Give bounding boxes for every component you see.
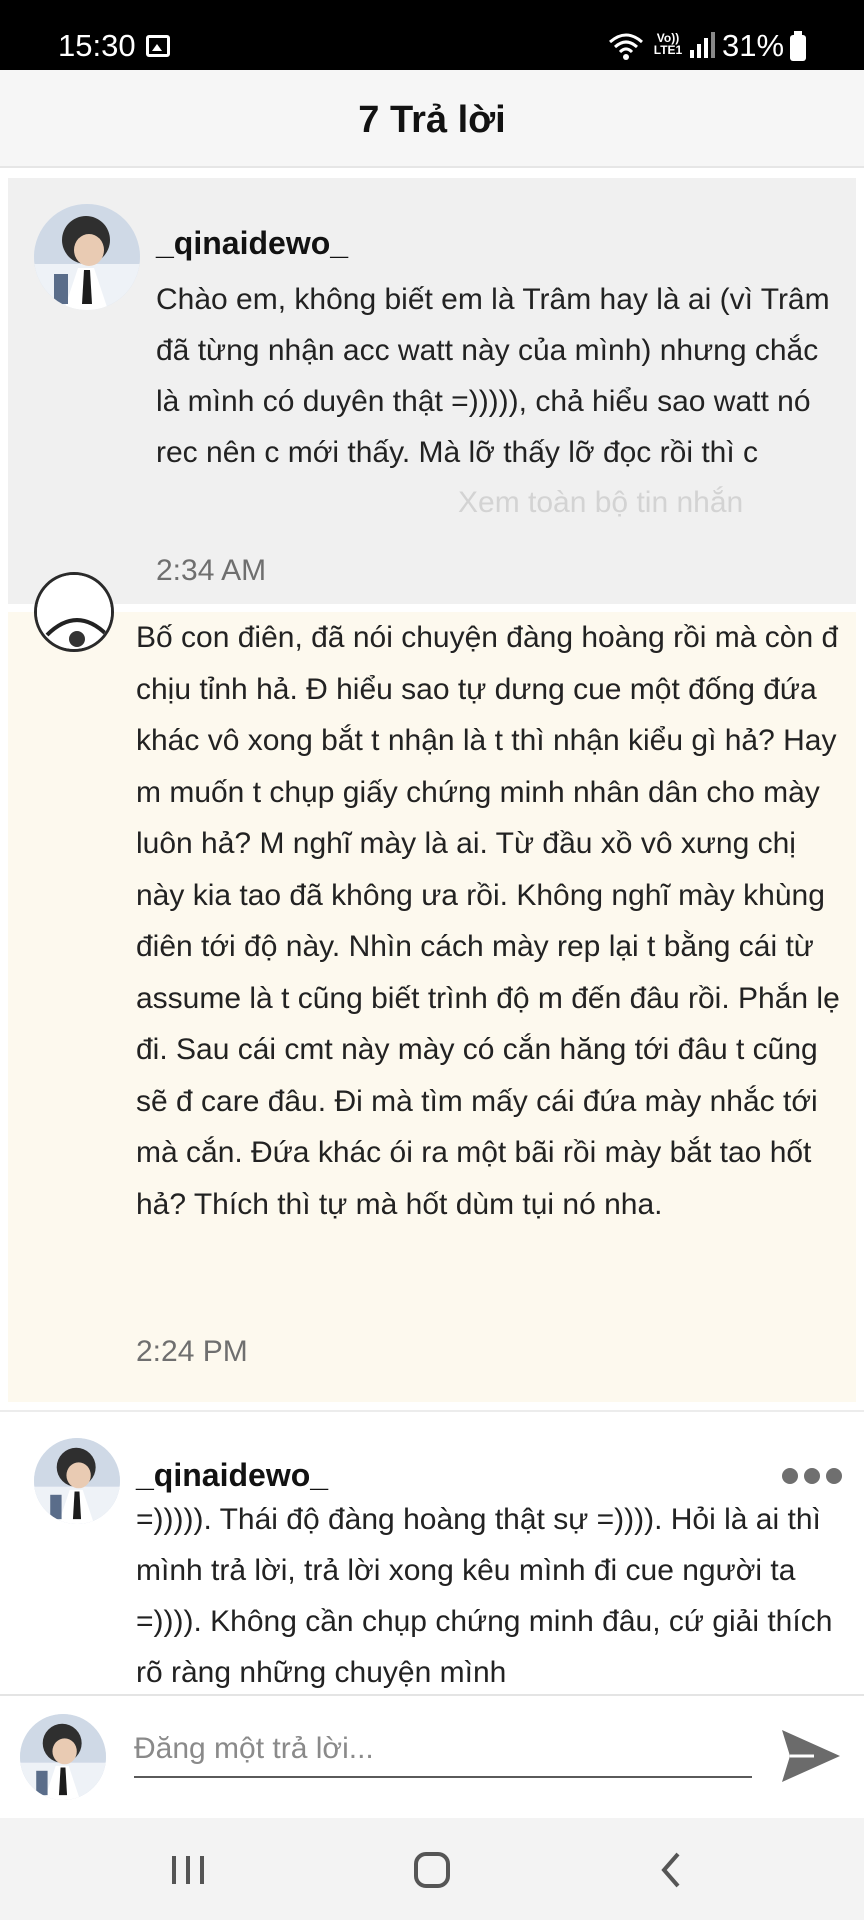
highlighted-reply: Bố con điên, đã nói chuyện đàng hoàng rồ… — [8, 572, 856, 1402]
recent-apps-icon[interactable] — [158, 1842, 218, 1898]
avatar-image-icon — [34, 1438, 120, 1524]
battery-percent: 31% — [722, 28, 785, 63]
avatar-image-icon — [34, 204, 140, 310]
reply-composer — [0, 1694, 864, 1818]
username[interactable]: _qinaidewo_ — [156, 224, 348, 262]
reply-comment: _qinaidewo_ =))))). Thái độ đàng hoàng t… — [0, 1412, 864, 1694]
status-time: 15:30 — [58, 28, 136, 63]
battery-icon — [790, 31, 806, 61]
more-options-icon[interactable] — [780, 1458, 844, 1492]
avatar[interactable] — [34, 572, 114, 652]
username[interactable]: _qinaidewo_ — [136, 1456, 328, 1494]
signal-icon — [690, 32, 715, 58]
avatar[interactable] — [34, 1438, 120, 1524]
wifi-icon — [609, 33, 643, 60]
send-icon[interactable] — [780, 1728, 842, 1784]
reply-text: Bố con điên, đã nói chuyện đàng hoàng rồ… — [136, 621, 840, 1221]
timestamp: 2:34 AM — [156, 554, 267, 587]
status-bar: 15:30 Vo)) LTE1 31% — [0, 0, 864, 70]
home-icon[interactable] — [402, 1842, 462, 1898]
back-icon[interactable] — [642, 1842, 702, 1898]
timestamp: 2:24 PM — [136, 1335, 248, 1368]
gallery-icon — [146, 35, 170, 57]
avatar-image-icon — [37, 575, 111, 649]
parent-comment: _qinaidewo_ Chào em, không biết em là Tr… — [8, 178, 856, 604]
comment-text: =))))). Thái độ đàng hoàng thật sự =))))… — [136, 1503, 833, 1689]
volte-icon: Vo)) LTE1 — [653, 31, 683, 57]
avatar[interactable] — [34, 204, 140, 310]
page-title: 7 Trả lời — [358, 99, 506, 141]
system-nav-bar — [0, 1818, 864, 1920]
see-full-message-link[interactable]: Xem toàn bộ tin nhắn — [448, 477, 744, 528]
avatar-image-icon — [20, 1714, 106, 1800]
avatar — [20, 1714, 106, 1800]
reply-input[interactable] — [134, 1722, 752, 1778]
header: 7 Trả lời — [0, 70, 864, 168]
screen: 15:30 Vo)) LTE1 31% 7 Trả lời _qinaidewo… — [0, 0, 864, 1920]
reply-thread[interactable]: _qinaidewo_ Chào em, không biết em là Tr… — [0, 170, 864, 1694]
